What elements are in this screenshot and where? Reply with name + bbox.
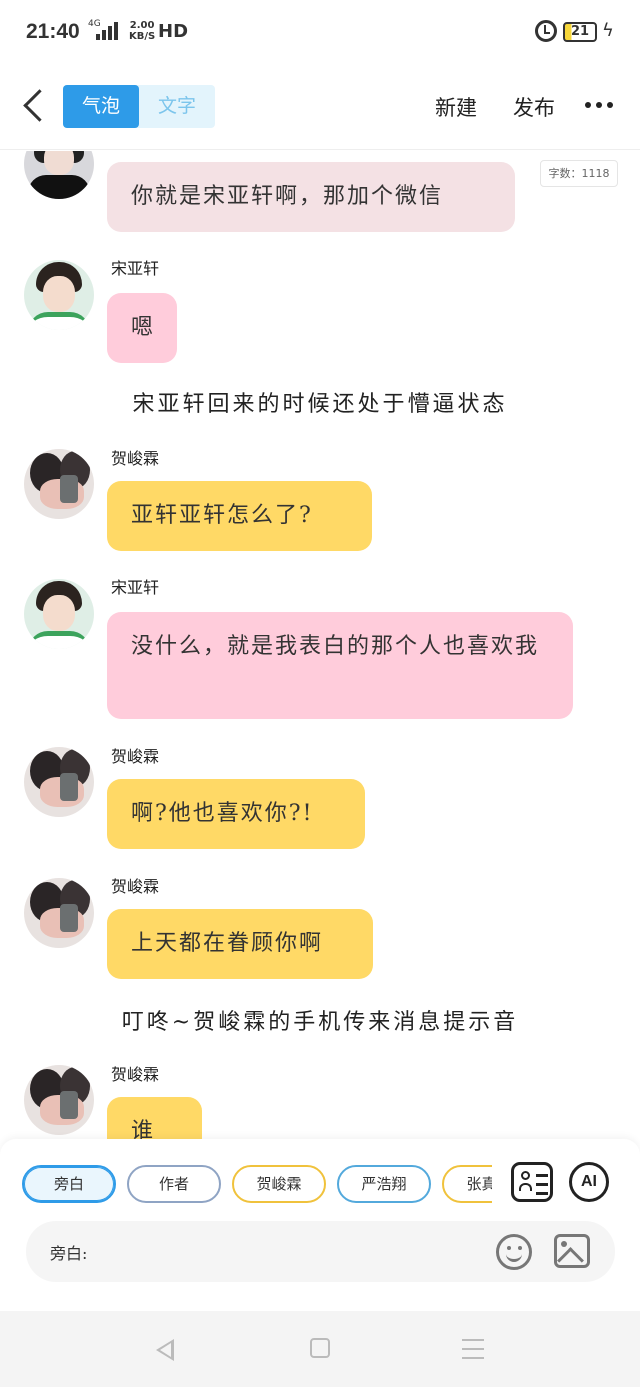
message-input-box[interactable]: 旁白: bbox=[26, 1221, 615, 1282]
speaker-name: 贺峻霖 bbox=[111, 747, 160, 766]
nav-back-icon[interactable] bbox=[152, 1337, 176, 1361]
message-input[interactable] bbox=[106, 1235, 486, 1267]
role-chip-narrator[interactable]: 旁白 bbox=[22, 1165, 116, 1203]
system-nav-bar bbox=[0, 1311, 640, 1387]
narration-text[interactable]: 叮咚~贺峻霖的手机传来消息提示音 bbox=[0, 1004, 640, 1036]
message-bubble[interactable]: 嗯 bbox=[107, 293, 177, 363]
alarm-icon bbox=[535, 20, 557, 42]
role-manage-icon[interactable] bbox=[511, 1162, 553, 1202]
avatar[interactable] bbox=[24, 878, 94, 948]
emoji-icon[interactable] bbox=[496, 1234, 532, 1270]
role-chip-zhang[interactable]: 张真源 bbox=[442, 1165, 492, 1203]
status-bar: 21:40 4G 2.00 KB/S HD 21 ϟ bbox=[0, 0, 640, 64]
hd-indicator: HD bbox=[158, 21, 189, 42]
top-toolbar: 气泡 文字 新建 发布 bbox=[0, 64, 640, 150]
narration-text[interactable]: 宋亚轩回来的时候还处于懵逼状态 bbox=[0, 386, 640, 418]
role-chip-he[interactable]: 贺峻霖 bbox=[232, 1165, 326, 1203]
new-button[interactable]: 新建 bbox=[435, 92, 477, 122]
speaker-name: 贺峻霖 bbox=[111, 877, 160, 896]
speaker-name: 宋亚轩 bbox=[111, 578, 160, 597]
avatar[interactable] bbox=[24, 151, 94, 199]
message-bubble[interactable]: 你就是宋亚轩啊，那加个微信 bbox=[107, 162, 515, 232]
word-count-badge: 字数：1118 bbox=[540, 160, 618, 187]
tab-bubble[interactable]: 气泡 bbox=[63, 85, 139, 128]
publish-button[interactable]: 发布 bbox=[513, 92, 555, 122]
ai-button[interactable]: AI bbox=[569, 1162, 609, 1202]
avatar[interactable] bbox=[24, 260, 94, 330]
back-icon[interactable] bbox=[20, 88, 50, 128]
message-bubble[interactable]: 谁啊 bbox=[107, 1097, 202, 1139]
speaker-name: 贺峻霖 bbox=[111, 1065, 160, 1084]
status-time: 21:40 bbox=[26, 20, 80, 43]
charging-icon: ϟ bbox=[602, 20, 614, 41]
role-chip-yan[interactable]: 严浩翔 bbox=[337, 1165, 431, 1203]
mode-switch: 气泡 文字 bbox=[63, 85, 215, 128]
input-role-prefix: 旁白: bbox=[50, 1244, 88, 1263]
network-speed: 2.00 KB/S bbox=[129, 20, 155, 42]
nav-home-icon[interactable] bbox=[310, 1338, 330, 1358]
avatar[interactable] bbox=[24, 449, 94, 519]
message-bubble[interactable]: 啊?他也喜欢你?! bbox=[107, 779, 365, 849]
role-selector: 旁白作者贺峻霖严浩翔张真源 bbox=[22, 1165, 492, 1205]
speaker-name: 贺峻霖 bbox=[111, 449, 160, 468]
input-panel: 旁白作者贺峻霖严浩翔张真源 AI 旁白: bbox=[0, 1139, 640, 1311]
nav-recents-icon[interactable] bbox=[462, 1339, 484, 1359]
chat-area[interactable]: 字数：1118 你就是宋亚轩啊，那加个微信 宋亚轩 嗯 宋亚轩回来的时候还处于懵… bbox=[0, 151, 640, 1139]
avatar[interactable] bbox=[24, 747, 94, 817]
speaker-name: 宋亚轩 bbox=[111, 259, 160, 278]
speed-unit: KB/S bbox=[129, 31, 156, 42]
message-bubble[interactable]: 亚轩亚轩怎么了? bbox=[107, 481, 372, 551]
more-icon[interactable] bbox=[585, 102, 613, 110]
role-chip-author[interactable]: 作者 bbox=[127, 1165, 221, 1203]
tab-text[interactable]: 文字 bbox=[139, 85, 215, 128]
avatar[interactable] bbox=[24, 1065, 94, 1135]
avatar[interactable] bbox=[24, 579, 94, 649]
image-icon[interactable] bbox=[554, 1234, 590, 1268]
signal-icon bbox=[96, 22, 122, 40]
message-bubble[interactable]: 没什么，就是我表白的那个人也喜欢我 bbox=[107, 612, 573, 719]
speed-value: 2.00 bbox=[129, 20, 155, 31]
battery-icon: 21 bbox=[563, 22, 597, 42]
message-bubble[interactable]: 上天都在眷顾你啊 bbox=[107, 909, 373, 979]
